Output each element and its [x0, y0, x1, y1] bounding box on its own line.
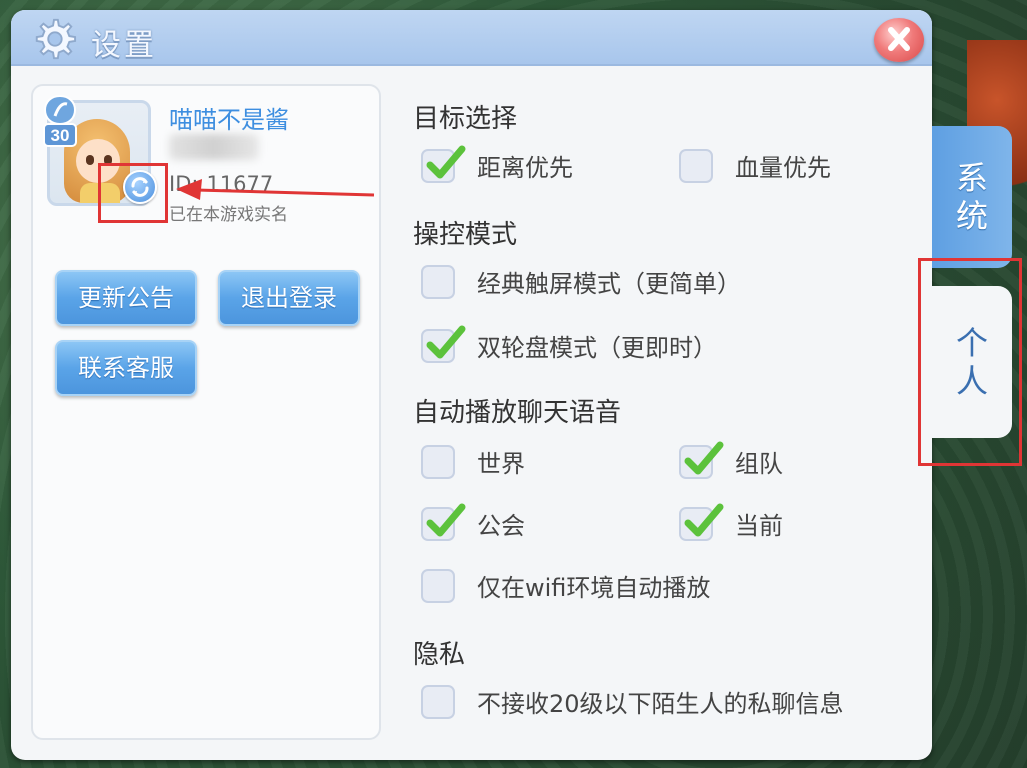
dialog-title-bar: 设置	[11, 10, 932, 66]
option-label: 仅在wifi环境自动播放	[477, 574, 711, 602]
refresh-icon	[131, 177, 149, 197]
checkbox[interactable]	[421, 568, 455, 603]
option-world[interactable]: 世界	[421, 444, 525, 479]
close-button[interactable]	[874, 18, 924, 62]
section-title-control: 操控模式	[413, 220, 518, 250]
checkbox[interactable]	[421, 264, 455, 299]
id-value: 11677	[206, 172, 274, 196]
option-label: 世界	[477, 450, 525, 478]
tab-system-label: 系	[955, 159, 988, 197]
avatar-face	[76, 139, 120, 183]
option-classic-touch[interactable]: 经典触屏模式（更简单）	[421, 264, 741, 299]
contact-support-button[interactable]: 联系客服	[55, 340, 197, 396]
refresh-avatar-button[interactable]	[123, 170, 157, 204]
id-label: ID:	[169, 172, 199, 196]
option-label: 当前	[735, 512, 783, 540]
close-icon	[888, 27, 910, 51]
checkmark-icon	[426, 145, 466, 178]
checkbox[interactable]	[421, 325, 466, 363]
checkmark-icon	[426, 503, 466, 536]
option-wifi-only[interactable]: 仅在wifi环境自动播放	[421, 568, 710, 603]
option-label: 距离优先	[477, 154, 573, 182]
checkbox[interactable]	[421, 444, 455, 479]
avatar-eye	[104, 155, 112, 165]
avatar-body	[80, 183, 120, 203]
avatar-eye	[86, 155, 94, 165]
tab-system-label: 统	[955, 197, 988, 235]
update-notice-button[interactable]: 更新公告	[55, 270, 197, 326]
realname-status: 已在本游戏实名	[169, 205, 288, 225]
option-label: 经典触屏模式（更简单）	[477, 270, 741, 298]
settings-options: 目标选择 距离优先 血量优先 操控模式 经典触屏模式（更简单） 双轮盘模式（更即…	[403, 90, 903, 750]
gear-icon	[35, 18, 77, 60]
checkbox[interactable]	[679, 148, 713, 183]
option-label: 血量优先	[735, 154, 831, 182]
blurred-info	[169, 134, 259, 160]
player-name: 喵喵不是酱	[169, 106, 289, 134]
checkmark-icon	[426, 325, 466, 358]
logout-button[interactable]: 退出登录	[218, 270, 360, 326]
checkmark-icon	[684, 503, 724, 536]
settings-dialog: 设置 30 喵喵不是酱 ID: 11677 已在本游戏实名 更新公告 退出登录 …	[11, 10, 932, 760]
checkmark-icon	[684, 441, 724, 474]
checkbox[interactable]	[679, 441, 724, 479]
option-label: 公会	[477, 512, 525, 540]
checkbox[interactable]	[421, 503, 466, 541]
option-label: 不接收20级以下陌生人的私聊信息	[477, 690, 844, 718]
option-label: 双轮盘模式（更即时）	[477, 334, 717, 362]
checkbox[interactable]	[679, 503, 724, 541]
level-value: 30	[51, 126, 70, 145]
option-hp-priority[interactable]: 血量优先	[679, 148, 831, 183]
player-id-row: ID: 11677	[169, 172, 273, 196]
profile-card: 30 喵喵不是酱 ID: 11677 已在本游戏实名 更新公告 退出登录 联系客服	[31, 84, 381, 740]
section-title-target: 目标选择	[413, 104, 518, 134]
option-block-low-level[interactable]: 不接收20级以下陌生人的私聊信息	[421, 684, 844, 719]
checkbox[interactable]	[421, 145, 466, 183]
tab-system[interactable]: 系 统	[932, 126, 1012, 268]
checkbox[interactable]	[421, 684, 455, 719]
option-dual-wheel[interactable]: 双轮盘模式（更即时）	[421, 325, 717, 363]
level-badge: 30	[43, 94, 77, 147]
tab-personal-label: 个	[955, 324, 988, 362]
option-guild[interactable]: 公会	[421, 503, 525, 541]
option-label: 组队	[735, 450, 783, 478]
tab-personal-label: 人	[955, 362, 988, 400]
option-team[interactable]: 组队	[679, 441, 783, 479]
section-title-privacy: 隐私	[413, 640, 466, 670]
option-distance-priority[interactable]: 距离优先	[421, 145, 573, 183]
option-current[interactable]: 当前	[679, 503, 783, 541]
section-title-voice: 自动播放聊天语音	[413, 398, 622, 428]
dialog-title: 设置	[91, 28, 157, 63]
tab-personal[interactable]: 个 人	[932, 286, 1012, 438]
